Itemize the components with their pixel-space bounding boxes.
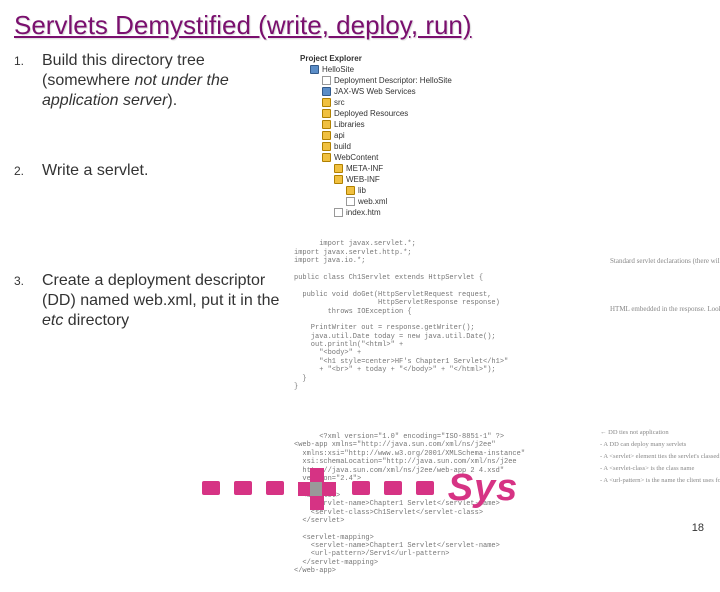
tree-item: JAX-WS Web Services	[300, 86, 706, 97]
tree-item: WebContent	[300, 152, 706, 163]
tree-item-label: build	[334, 142, 351, 152]
logo-dash-icon	[202, 481, 220, 495]
step-text-a: Create a deployment descriptor (DD) name…	[42, 272, 279, 309]
tree-item: Deployed Resources	[300, 108, 706, 119]
step-text-b: ).	[167, 92, 177, 109]
folder-icon	[322, 131, 331, 140]
tree-item-label: lib	[358, 186, 366, 196]
servlet-code: import javax.servlet.*; import javax.ser…	[294, 228, 706, 421]
xml-annotation-item: ← DD ties not application	[600, 429, 710, 437]
logo-dash-icon	[234, 481, 252, 495]
folder-icon	[322, 153, 331, 162]
folder-icon	[346, 186, 355, 195]
tree-item-label: HelloSite	[322, 65, 354, 75]
step-2: 2. Write a servlet.	[14, 161, 284, 181]
illustration-column: Project Explorer HelloSiteDeployment Des…	[294, 51, 706, 455]
file-icon	[322, 76, 331, 85]
folder-icon	[322, 87, 331, 96]
step-text: Build this directory tree (somewhere not…	[42, 51, 284, 111]
folder-icon	[334, 175, 343, 184]
xml-annotation-item: - A DD can deploy many servlets	[600, 441, 710, 449]
steps-column: 1. Build this directory tree (somewhere …	[14, 51, 294, 455]
folder-icon	[322, 142, 331, 151]
tree-item: META-INF	[300, 163, 706, 174]
tree-item-label: WEB-INF	[346, 175, 380, 185]
directory-tree: Project Explorer HelloSiteDeployment Des…	[294, 51, 706, 228]
tree-item: src	[300, 97, 706, 108]
tree-item: HelloSite	[300, 64, 706, 75]
tree-item-label: JAX-WS Web Services	[334, 87, 416, 97]
code-annotation-2: HTML embedded in the response. Looks lov…	[610, 306, 710, 314]
content-area: 1. Build this directory tree (somewhere …	[0, 45, 720, 455]
tree-item-label: index.htm	[346, 208, 381, 218]
step-number: 2.	[14, 161, 42, 181]
step-number: 1.	[14, 51, 42, 111]
tree-item-label: api	[334, 131, 345, 141]
tree-item-label: META-INF	[346, 164, 383, 174]
step-1: 1. Build this directory tree (somewhere …	[14, 51, 284, 111]
xml-annotation-item: - A <servlet> element ties the servlet's…	[600, 453, 710, 461]
logo-dash-icon	[384, 481, 402, 495]
code-text: import javax.servlet.*; import javax.ser…	[294, 240, 508, 391]
folder-icon	[334, 164, 343, 173]
tree-item-label: Deployment Descriptor: HelloSite	[334, 76, 452, 86]
tree-item: web.xml	[300, 196, 706, 207]
step-number: 3.	[14, 271, 42, 331]
step-3: 3. Create a deployment descriptor (DD) n…	[14, 271, 284, 331]
tree-item-label: WebContent	[334, 153, 378, 163]
tree-item: Deployment Descriptor: HelloSite	[300, 75, 706, 86]
step-text-em: etc	[42, 312, 63, 329]
step-text: Write a servlet.	[42, 161, 284, 181]
tree-header-label: Project Explorer	[300, 54, 362, 64]
file-icon	[346, 197, 355, 206]
logo-dash-icon	[416, 481, 434, 495]
folder-icon	[322, 109, 331, 118]
code-annotation-1: Standard servlet declarations (there wil…	[610, 258, 710, 266]
tree-item: Libraries	[300, 119, 706, 130]
tree-item: lib	[300, 185, 706, 196]
logo-footer: Sys	[0, 462, 720, 514]
folder-icon	[322, 98, 331, 107]
step-text-b: directory	[63, 312, 129, 329]
tree-item: WEB-INF	[300, 174, 706, 185]
logo-t-icon	[298, 468, 338, 508]
logo-dash-icon	[352, 481, 370, 495]
logo-dash-icon	[266, 481, 284, 495]
folder-icon	[322, 120, 331, 129]
tree-item: index.htm	[300, 207, 706, 218]
page-title: Servlets Demystified (write, deploy, run…	[0, 0, 720, 45]
tree-item: api	[300, 130, 706, 141]
tree-item: build	[300, 141, 706, 152]
folder-icon	[310, 65, 319, 74]
tree-item-label: src	[334, 98, 345, 108]
step-text: Create a deployment descriptor (DD) name…	[42, 271, 284, 331]
step-text-a: Write a servlet.	[42, 162, 148, 179]
logo-text: Sys	[448, 467, 519, 510]
tree-header: Project Explorer	[300, 53, 706, 64]
tree-item-label: Deployed Resources	[334, 109, 408, 119]
page-number: 18	[692, 522, 704, 534]
file-icon	[334, 208, 343, 217]
tree-item-label: Libraries	[334, 120, 365, 130]
tree-item-label: web.xml	[358, 197, 387, 207]
